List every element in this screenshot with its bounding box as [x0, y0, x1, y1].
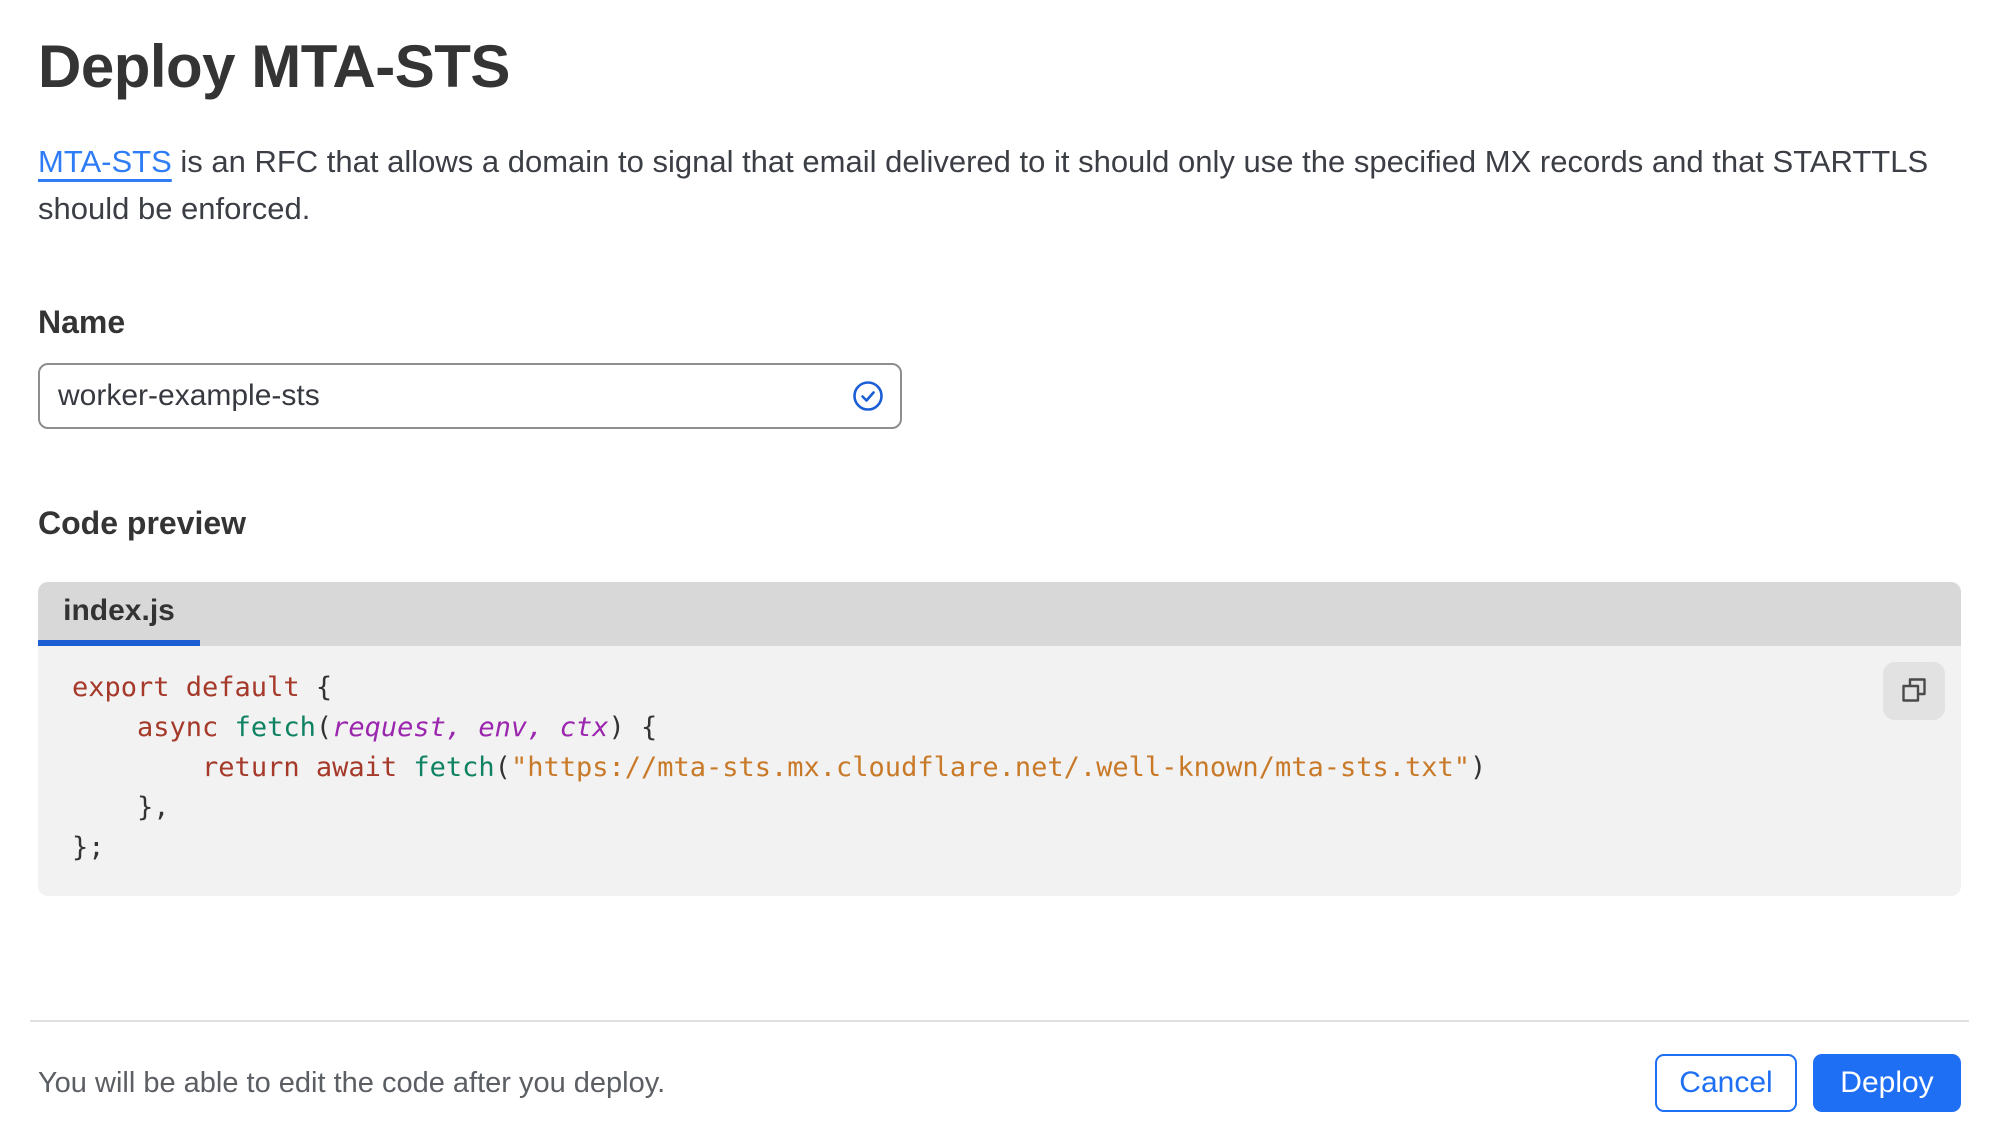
footer-note: You will be able to edit the code after …	[38, 1066, 666, 1099]
code-line: async fetch(request, env, ctx) {	[137, 712, 658, 743]
code-line: return await fetch("https://mta-sts.mx.c…	[202, 752, 1487, 783]
code-line: };	[72, 832, 105, 863]
deploy-mta-sts-page: Deploy MTA-STS MTA-STS is an RFC that al…	[0, 34, 1999, 1112]
code-preview-window: index.js export default { async fetch(re…	[38, 582, 1961, 896]
intro-paragraph: MTA-STS is an RFC that allows a domain t…	[38, 138, 1943, 232]
name-label: Name	[38, 304, 126, 340]
deploy-button[interactable]: Deploy	[1813, 1054, 1961, 1112]
cancel-button[interactable]: Cancel	[1655, 1054, 1797, 1112]
copy-code-button[interactable]	[1883, 662, 1945, 720]
footer-actions: Cancel Deploy	[1655, 1054, 1961, 1112]
tab-index-js[interactable]: index.js	[38, 582, 200, 646]
name-input-wrapper	[38, 363, 902, 429]
page-title: Deploy MTA-STS	[38, 33, 510, 100]
mta-sts-link[interactable]: MTA-STS	[38, 144, 172, 179]
code-area: export default { async fetch(request, en…	[38, 646, 1961, 896]
intro-text: is an RFC that allows a domain to signal…	[38, 144, 1929, 226]
code-lines: export default { async fetch(request, en…	[72, 668, 1881, 868]
code-line: export default {	[72, 672, 333, 703]
footer-divider	[30, 1020, 1969, 1022]
code-tabbar: index.js	[38, 582, 1961, 646]
code-line: },	[72, 792, 170, 823]
footer-row: You will be able to edit the code after …	[38, 1054, 1961, 1112]
check-circle-icon	[852, 380, 884, 412]
copy-icon	[1899, 675, 1929, 708]
code-preview-label: Code preview	[38, 505, 247, 541]
name-input[interactable]	[38, 363, 902, 429]
